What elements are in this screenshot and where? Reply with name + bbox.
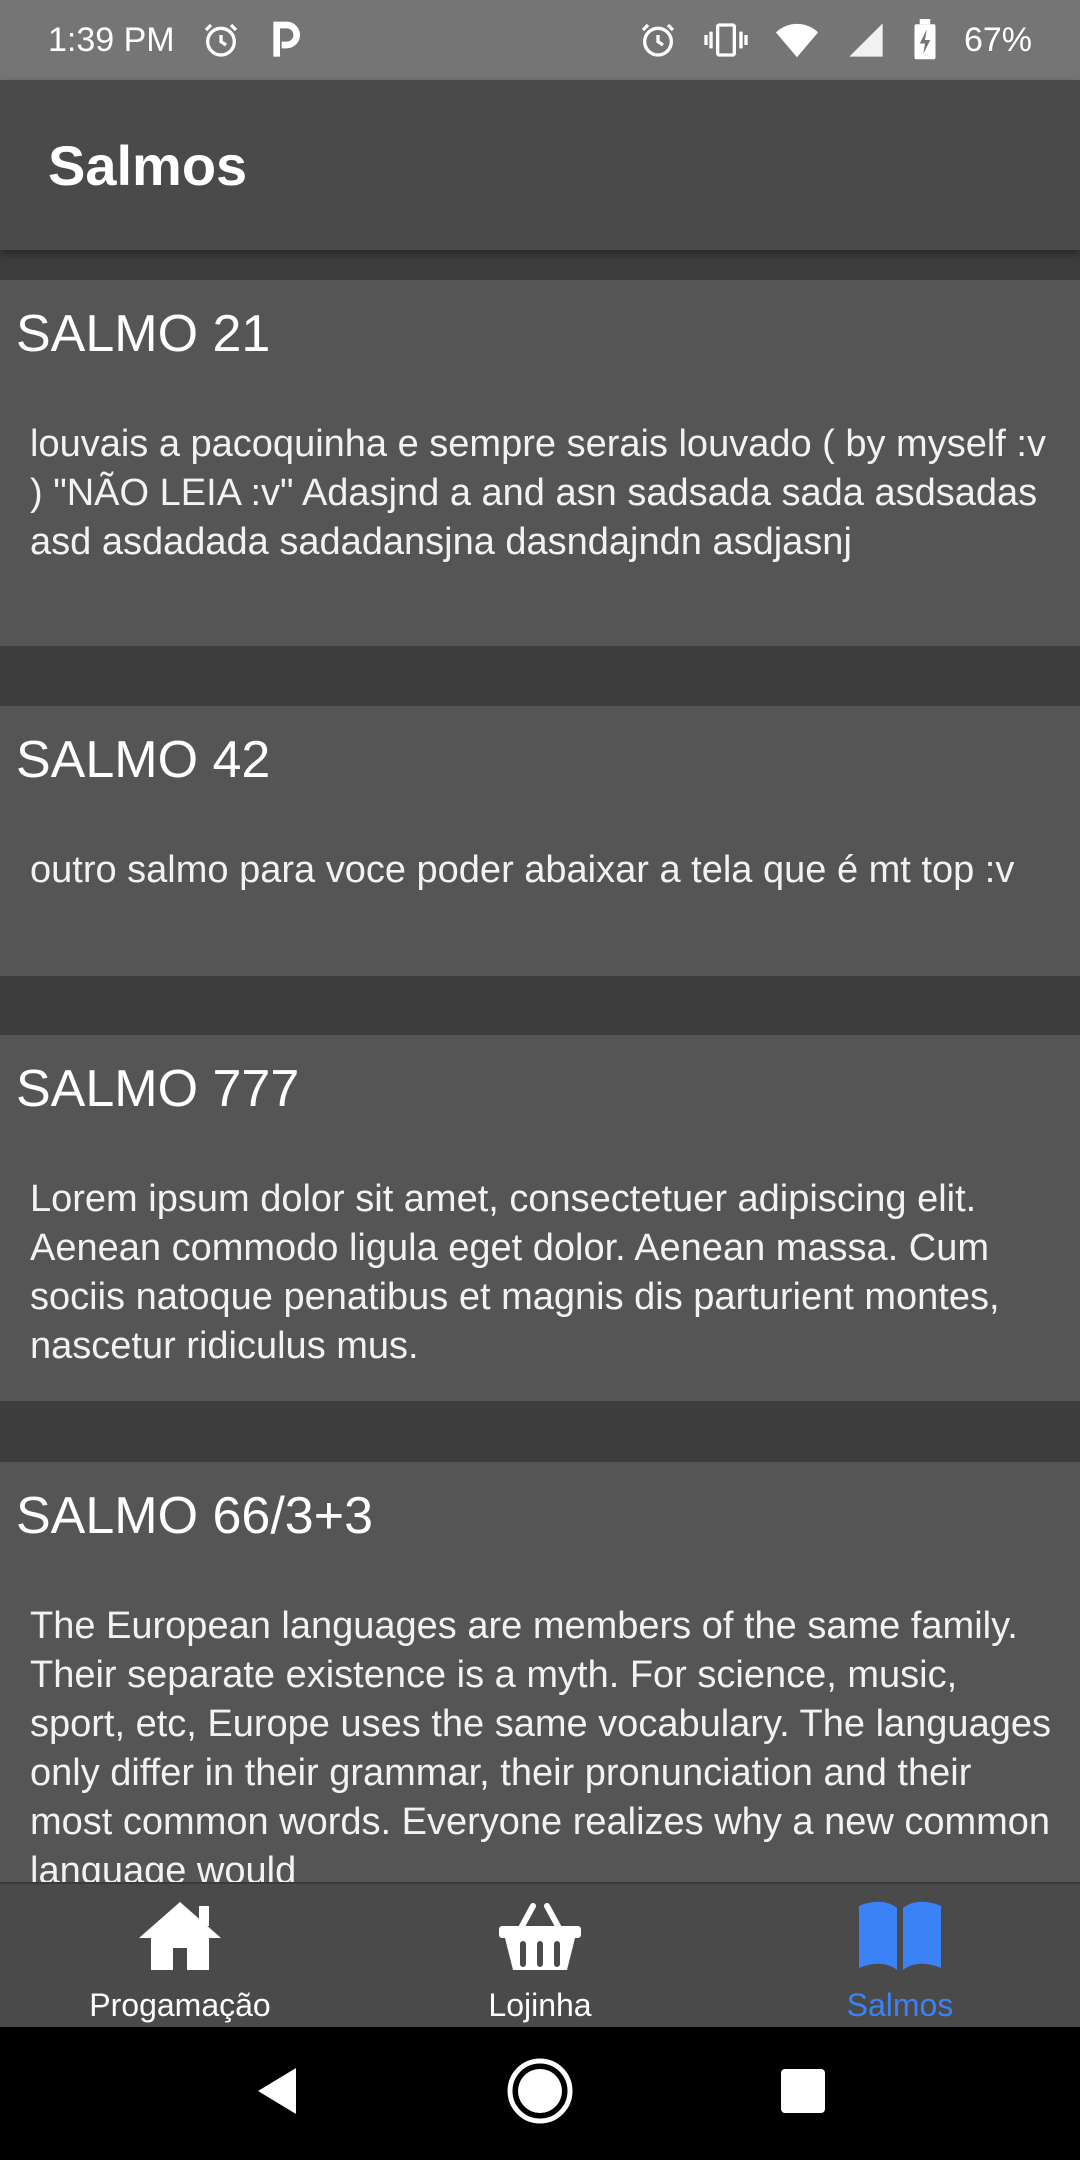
back-icon[interactable] [252, 2064, 302, 2123]
bottom-nav: Progamação Lojinha Salmos [0, 1882, 1080, 2029]
psalm-card[interactable]: SALMO 21 louvais a pacoquinha e sempre s… [0, 280, 1080, 646]
psalm-title: SALMO 42 [16, 731, 271, 789]
psalm-title: SALMO 21 [16, 305, 271, 363]
battery-percent: 67% [963, 20, 1032, 59]
nav-item-progamacao[interactable]: Progamação [0, 1884, 360, 2029]
alarm-icon [638, 20, 678, 60]
status-right: 67% [638, 19, 1032, 61]
app-bar: Salmos [0, 80, 1080, 250]
basket-icon [495, 1898, 585, 1979]
nav-label: Salmos [846, 1987, 954, 2023]
nav-item-salmos[interactable]: Salmos [720, 1884, 1080, 2029]
p-app-icon [267, 20, 303, 60]
recents-icon[interactable] [778, 2066, 828, 2121]
nav-label: Progamação [89, 1987, 271, 2023]
wifi-icon [774, 20, 820, 60]
status-bar: 1:39 PM 67% [0, 0, 1080, 80]
psalm-text: louvais a pacoquinha e sempre serais lou… [30, 423, 1046, 563]
status-time: 1:39 PM [48, 20, 175, 59]
psalm-card[interactable]: SALMO 42 outro salmo para voce poder aba… [0, 706, 1080, 976]
page-title: Salmos [48, 133, 248, 197]
psalm-list[interactable]: SALMO 21 louvais a pacoquinha e sempre s… [0, 250, 1080, 1882]
psalm-text: outro salmo para voce poder abaixar a te… [30, 849, 1015, 891]
psalm-card[interactable]: SALMO 777 Lorem ipsum dolor sit amet, co… [0, 1035, 1080, 1401]
psalm-text: Lorem ipsum dolor sit amet, consectetuer… [30, 1178, 1000, 1367]
nav-item-lojinha[interactable]: Lojinha [360, 1884, 720, 2029]
home-button-icon[interactable] [505, 2056, 575, 2131]
psalm-card[interactable]: SALMO 66/3+3 The European languages are … [0, 1462, 1080, 1882]
psalm-title: SALMO 777 [16, 1060, 300, 1118]
system-nav-bar [0, 2027, 1080, 2160]
vibrate-icon [704, 20, 748, 60]
psalm-text: The European languages are members of th… [30, 1605, 1051, 1882]
signal-icon [846, 20, 886, 60]
battery-icon [912, 19, 938, 61]
psalm-title: SALMO 66/3+3 [16, 1487, 373, 1545]
alarm-icon [201, 20, 241, 60]
home-icon [135, 1898, 225, 1979]
status-left: 1:39 PM [48, 20, 303, 60]
nav-label: Lojinha [488, 1987, 592, 2023]
book-icon [855, 1898, 945, 1979]
